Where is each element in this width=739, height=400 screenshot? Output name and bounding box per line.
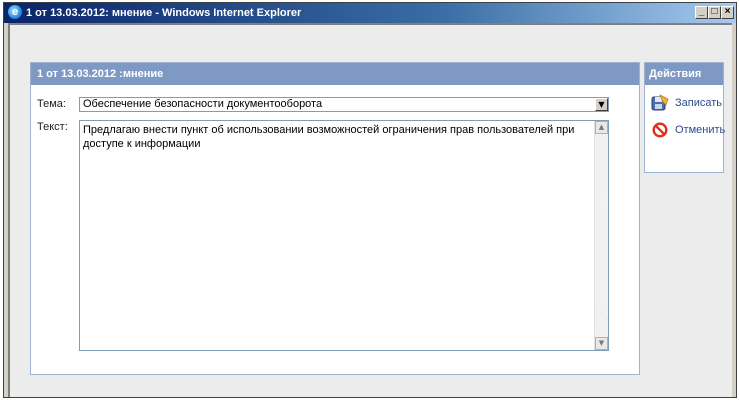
chevron-down-icon[interactable]: ▼ [595,98,608,111]
floppy-disk-icon [651,94,669,111]
title-bar[interactable]: e 1 от 13.03.2012: мнение - Windows Inte… [4,3,736,23]
actions-header: Действия [645,63,723,85]
textarea-scrollbar[interactable]: ▲ ▼ [594,121,608,350]
actions-panel: Действия Записать Отменить [644,62,726,173]
form-header: 1 от 13.03.2012 :мнение [31,63,639,85]
text-value: Предлагаю внести пункт об использовании … [83,124,575,150]
topic-label: Тема: [37,98,66,110]
save-label: Записать [675,97,723,109]
minimize-button[interactable]: _ [695,6,708,19]
topic-select-value: Обеспечение безопасности документооборот… [83,98,323,110]
no-entry-icon [652,122,668,138]
save-button[interactable]: Записать [649,93,723,115]
window-title: 1 от 13.03.2012: мнение - Windows Intern… [26,7,302,19]
opinion-form-panel: 1 от 13.03.2012 :мнение Тема: Обеспечени… [30,62,640,375]
scroll-up-icon[interactable]: ▲ [595,121,608,134]
ie-icon: e [8,5,22,19]
browser-window: e 1 от 13.03.2012: мнение - Windows Inte… [3,2,737,398]
text-textarea[interactable]: Предлагаю внести пункт об использовании … [79,120,609,351]
cancel-label: Отменить [675,124,726,136]
page-content: 1 от 13.03.2012 :мнение Тема: Обеспечени… [8,23,732,397]
close-button[interactable]: × [721,6,734,19]
topic-select[interactable]: Обеспечение безопасности документооборот… [79,97,609,112]
scroll-down-icon[interactable]: ▼ [595,337,608,350]
text-label: Текст: [37,121,68,133]
cancel-button[interactable]: Отменить [649,120,726,142]
maximize-button[interactable]: □ [708,6,721,19]
